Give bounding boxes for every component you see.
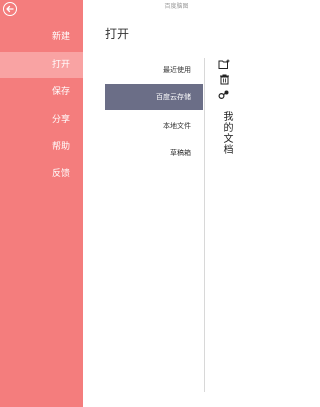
cloud-panel [205,58,270,392]
folder-my-documents[interactable]: 我的文档 [219,111,234,155]
panel-title: 打开 [105,27,130,41]
sidebar-item-save[interactable]: 保存 [0,79,83,105]
open-item-recent[interactable]: 最近使用 [105,57,203,83]
open-item-baidu-cloud[interactable]: 百度云存储 [105,84,203,110]
delete-icon[interactable] [219,74,230,85]
sidebar-item-share[interactable]: 分享 [0,107,83,133]
sidebar-item-open[interactable]: 打开 [0,52,83,78]
app-title: 百度脑图 [164,3,189,10]
sidebar: 新建 打开 保存 分享 帮助 反馈 [0,0,83,407]
sidebar-item-new[interactable]: 新建 [0,24,83,50]
sidebar-item-feedback[interactable]: 反馈 [0,161,83,187]
new-folder-icon[interactable] [218,59,230,70]
share-icon[interactable] [218,89,230,100]
sidebar-item-help[interactable]: 帮助 [0,134,83,160]
open-item-local-file[interactable]: 本地文件 [105,113,203,139]
open-item-drafts[interactable]: 草稿箱 [105,140,203,166]
back-arrow-icon[interactable] [3,2,17,16]
